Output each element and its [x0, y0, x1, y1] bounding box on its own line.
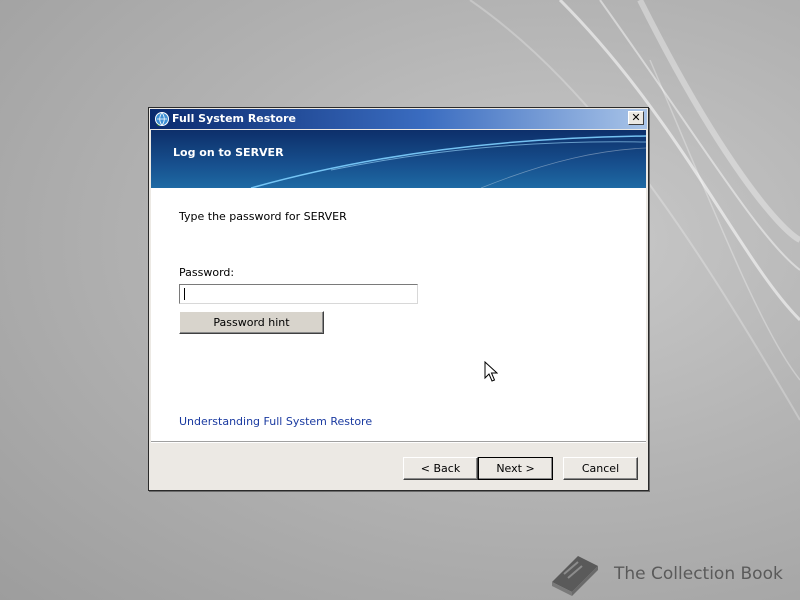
full-system-restore-dialog: Full System Restore ✕ Log on to SERVER T… — [148, 107, 649, 491]
password-hint-button[interactable]: Password hint — [179, 311, 324, 334]
footer-separator — [151, 441, 646, 443]
book-icon — [552, 556, 598, 596]
password-label: Password: — [179, 266, 235, 279]
understanding-restore-link[interactable]: Understanding Full System Restore — [179, 415, 372, 429]
password-input[interactable] — [179, 284, 418, 304]
mouse-pointer-icon — [484, 361, 498, 382]
restore-globe-icon — [155, 112, 169, 126]
text-caret — [184, 288, 185, 300]
watermark: The Collection Book — [548, 552, 798, 598]
title-bar[interactable]: Full System Restore ✕ — [150, 109, 647, 129]
back-button[interactable]: < Back — [403, 457, 478, 480]
instruction-text: Type the password for SERVER — [179, 210, 347, 223]
cancel-button[interactable]: Cancel — [563, 457, 638, 480]
window-title: Full System Restore — [172, 112, 296, 125]
close-icon: ✕ — [631, 111, 641, 124]
close-button[interactable]: ✕ — [628, 111, 644, 125]
watermark-text: The Collection Book — [614, 564, 783, 584]
next-button[interactable]: Next > — [478, 457, 553, 480]
page-title: Log on to SERVER — [173, 146, 284, 159]
content-panel: Type the password for SERVER Password: P… — [151, 188, 646, 441]
header-banner: Log on to SERVER — [151, 130, 646, 188]
